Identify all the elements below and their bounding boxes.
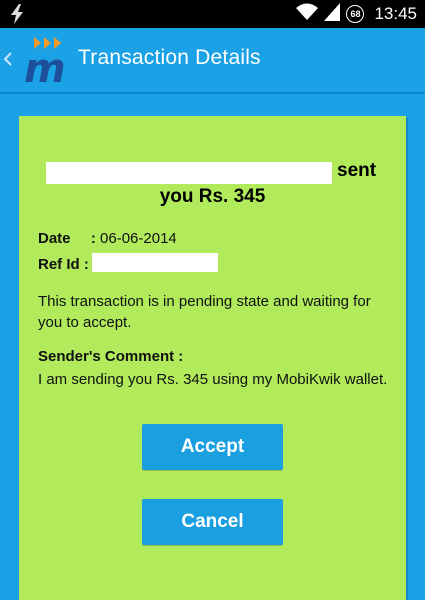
sent-text: sent xyxy=(337,160,377,181)
accept-button[interactable]: Accept xyxy=(142,424,283,470)
date-value: 06-06-2014 xyxy=(100,230,177,247)
date-separator: : xyxy=(90,230,96,247)
divider xyxy=(0,92,425,94)
status-bar: 68 13:45 xyxy=(0,0,425,28)
ref-label: Ref Id : xyxy=(38,256,89,273)
signal-icon xyxy=(324,2,341,26)
mobikwik-logo: m xyxy=(14,34,72,92)
back-button[interactable]: m xyxy=(0,28,80,92)
amount-text: you Rs. 345 xyxy=(159,186,266,207)
clock: 13:45 xyxy=(374,4,417,23)
ref-id-redacted xyxy=(92,253,218,272)
wifi-icon xyxy=(296,3,319,26)
action-bar: m Transaction Details xyxy=(0,28,425,92)
page-title: Transaction Details xyxy=(78,46,261,69)
sender-name-redacted xyxy=(46,162,332,184)
svg-text:m: m xyxy=(24,46,66,86)
battery-badge-icon: 68 xyxy=(346,5,365,23)
date-row: Date : 06-06-2014 xyxy=(38,230,177,247)
cancel-button[interactable]: Cancel xyxy=(142,499,283,545)
comment-text: I am sending you Rs. 345 using my MobiKw… xyxy=(38,371,388,388)
pending-message: This transaction is in pending state and… xyxy=(38,293,371,331)
transaction-card: sent you Rs. 345 Date : 06-06-2014 Ref I… xyxy=(19,116,406,600)
date-label: Date xyxy=(38,230,71,247)
lightning-icon xyxy=(10,4,24,29)
back-chevron-icon xyxy=(3,52,12,71)
comment-label: Sender's Comment : xyxy=(38,348,184,365)
